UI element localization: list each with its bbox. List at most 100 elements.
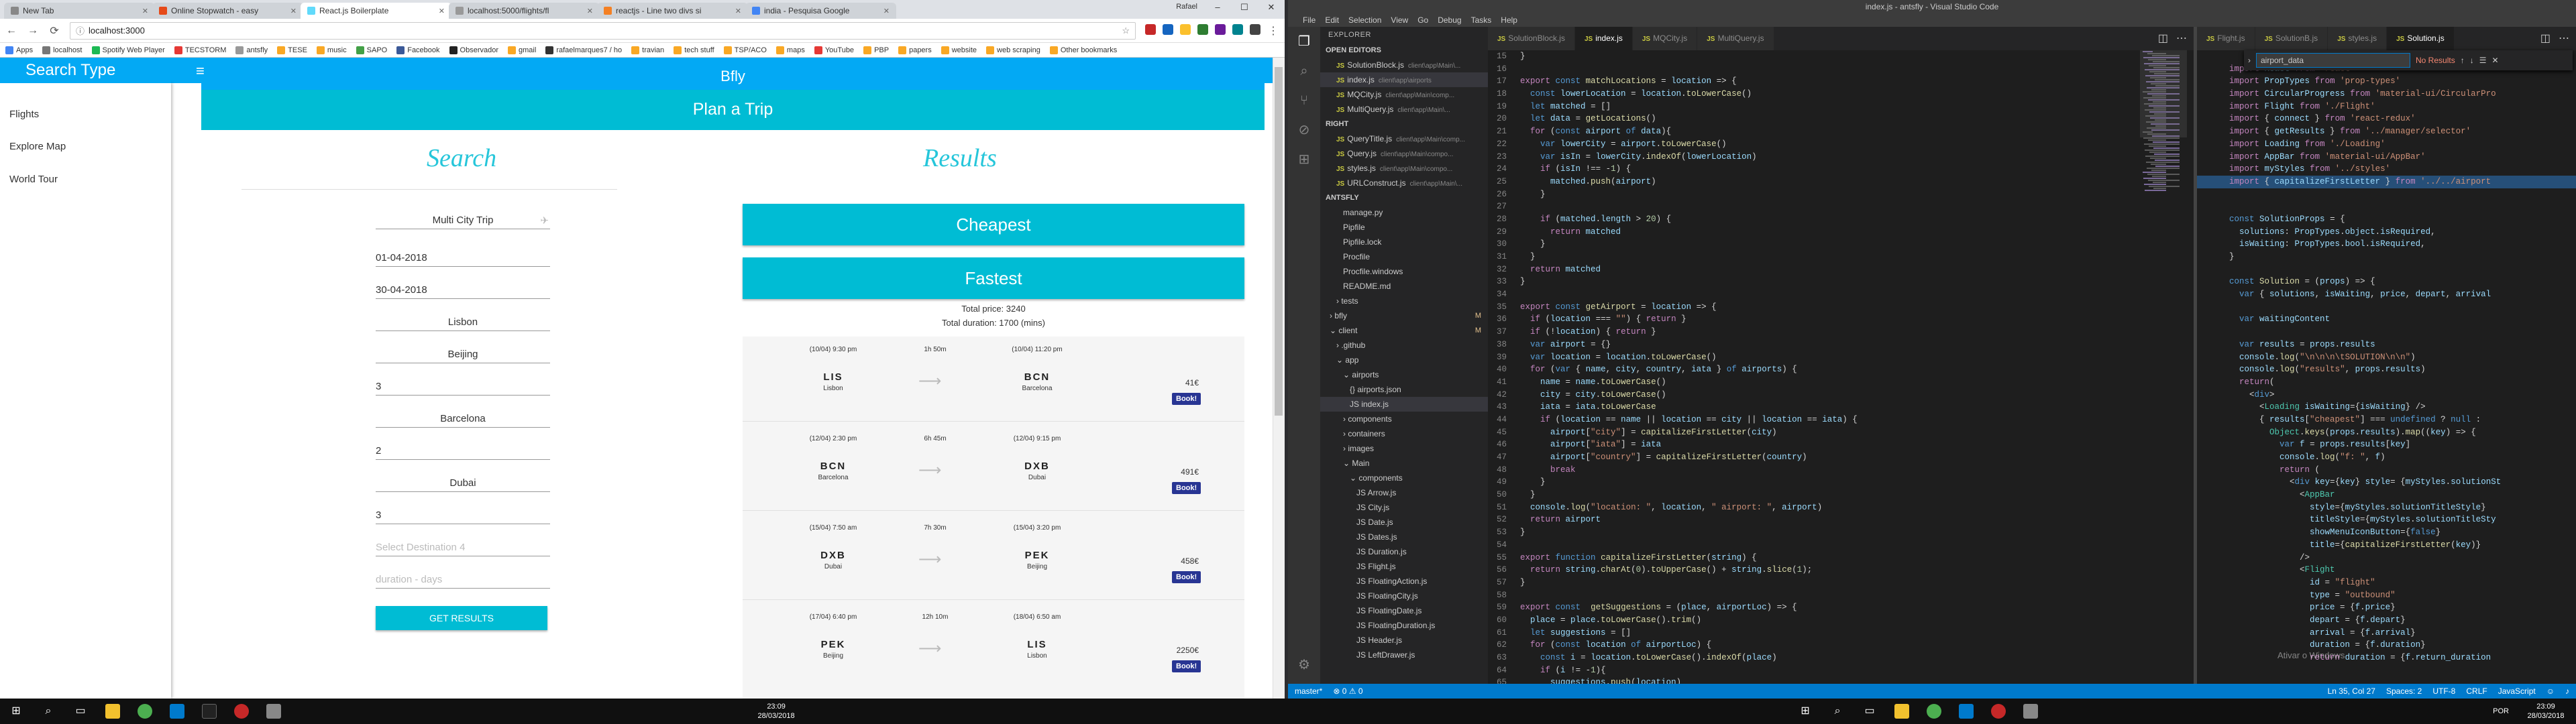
close-icon[interactable]: ✕ bbox=[1258, 0, 1285, 16]
bookmark[interactable]: music bbox=[316, 46, 347, 54]
tree-item[interactable]: manage.py bbox=[1320, 205, 1488, 220]
nav-flights[interactable]: Flights bbox=[0, 109, 39, 120]
open-editor-item[interactable]: JS SolutionBlock.js client\app\Main\... bbox=[1320, 58, 1488, 72]
fastest-button[interactable]: Fastest bbox=[743, 257, 1244, 299]
browser-tab[interactable]: New Tab ✕ bbox=[4, 3, 155, 19]
menu-item[interactable]: Go bbox=[1417, 13, 1428, 27]
tree-item[interactable]: JS FloatingDate.js bbox=[1320, 603, 1488, 618]
extensions-icon[interactable]: ⊞ bbox=[1288, 145, 1320, 174]
open-editor-item[interactable]: JS QueryTitle.js client\app\Main\comp... bbox=[1320, 131, 1488, 146]
split-editor-icon[interactable]: ◫ bbox=[2540, 27, 2551, 50]
file-explorer-icon[interactable] bbox=[97, 699, 129, 724]
menu-dots-icon[interactable]: ⋮ bbox=[1267, 24, 1279, 38]
reload-icon[interactable]: ⟳ bbox=[48, 24, 60, 38]
duration-4-input[interactable]: duration - days bbox=[376, 574, 550, 589]
open-editor-item[interactable]: JS Query.js client\app\Main\compo... bbox=[1320, 146, 1488, 161]
editor-tab[interactable]: JS styles.js bbox=[2328, 27, 2387, 50]
problems-status[interactable]: ⊗ 0 ⚠ 0 bbox=[1333, 686, 1362, 696]
editor-tab[interactable]: JS Solution.js bbox=[2387, 27, 2455, 50]
windows-start-icon[interactable]: ⊞ bbox=[0, 699, 32, 724]
book-button[interactable]: Book! bbox=[1172, 393, 1201, 405]
book-button[interactable]: Book! bbox=[1172, 571, 1201, 583]
bookmark[interactable]: PBP bbox=[863, 46, 889, 54]
bookmark[interactable]: Apps bbox=[5, 46, 33, 54]
menu-item[interactable]: Help bbox=[1501, 13, 1517, 27]
star-icon[interactable]: ☆ bbox=[1122, 25, 1130, 36]
bookmark[interactable]: rafaelmarques7 / ho bbox=[545, 46, 622, 54]
minimize-icon[interactable]: – bbox=[1204, 0, 1231, 16]
editor-tab[interactable]: JS MultiQuery.js bbox=[1697, 27, 1774, 50]
task-view-icon[interactable]: ▭ bbox=[64, 699, 97, 724]
extension-icon[interactable] bbox=[1250, 23, 1260, 35]
destination-1-input[interactable]: Beijing bbox=[376, 349, 550, 363]
bookmark[interactable]: TECSTORM bbox=[174, 46, 226, 54]
editor-tab[interactable]: JS index.js bbox=[1574, 27, 1633, 50]
bookmark[interactable]: web scraping bbox=[986, 46, 1040, 54]
source-control-icon[interactable]: ⑂ bbox=[1288, 86, 1320, 115]
url-input[interactable]: ⓘ localhost:3000 ☆ bbox=[70, 21, 1136, 40]
bookmark[interactable]: Other bookmarks bbox=[1049, 46, 1117, 54]
task-view-icon[interactable]: ▭ bbox=[1854, 699, 1886, 724]
branch-status[interactable]: master* bbox=[1295, 686, 1322, 696]
right-group-heading[interactable]: RIGHT bbox=[1320, 117, 1488, 131]
terminal-icon[interactable] bbox=[193, 699, 225, 724]
nav-explore-map[interactable]: Explore Map bbox=[0, 141, 66, 152]
open-editor-item[interactable]: JS URLConstruct.js client\app\Main\... bbox=[1320, 176, 1488, 190]
left-editor[interactable]: 15} 16 17 export const matchLocations = l… bbox=[1488, 50, 2194, 684]
duration-1-input[interactable]: 3 bbox=[376, 381, 550, 396]
bookmark[interactable]: antsfly bbox=[235, 46, 268, 54]
tree-item[interactable]: {} airports.json bbox=[1320, 382, 1488, 397]
tree-item[interactable]: ⌄ components bbox=[1320, 471, 1488, 485]
maximize-icon[interactable]: ☐ bbox=[1231, 0, 1258, 16]
extension-icon[interactable] bbox=[1180, 23, 1191, 35]
tree-item[interactable]: Pipfile.lock bbox=[1320, 235, 1488, 249]
indent-status[interactable]: Spaces: 2 bbox=[2386, 686, 2422, 696]
close-tab-icon[interactable]: ✕ bbox=[142, 7, 148, 15]
tree-item[interactable]: JS Date.js bbox=[1320, 515, 1488, 530]
open-editor-item[interactable]: JS styles.js client\app\Main\compo... bbox=[1320, 161, 1488, 176]
tree-item[interactable]: ⌄ airports bbox=[1320, 367, 1488, 382]
tree-item[interactable]: JS index.js bbox=[1320, 397, 1488, 412]
more-actions-icon[interactable]: ⋯ bbox=[2559, 27, 2569, 50]
tree-item[interactable]: › tests bbox=[1320, 294, 1488, 308]
right-editor[interactable]: import React from 'react' import PropTyp… bbox=[2197, 50, 2576, 684]
date-from-input[interactable]: 01-04-2018 bbox=[376, 252, 550, 267]
cheapest-button[interactable]: Cheapest bbox=[743, 204, 1244, 245]
book-button[interactable]: Book! bbox=[1172, 660, 1201, 672]
extension-icon[interactable] bbox=[1215, 23, 1226, 35]
tree-item[interactable]: › .github bbox=[1320, 338, 1488, 353]
close-tab-icon[interactable]: ✕ bbox=[587, 7, 593, 15]
hamburger-icon[interactable]: ≡ bbox=[196, 64, 205, 78]
tree-item[interactable]: Procfile bbox=[1320, 249, 1488, 264]
bell-icon[interactable]: ♪ bbox=[2565, 686, 2569, 696]
forward-icon[interactable]: → bbox=[27, 25, 39, 37]
app-icon[interactable] bbox=[1982, 699, 2015, 724]
language-status[interactable]: JavaScript bbox=[2498, 686, 2536, 696]
chevron-right-icon[interactable]: › bbox=[2248, 56, 2251, 65]
bookmark[interactable]: maps bbox=[775, 46, 805, 54]
app-icon[interactable] bbox=[258, 699, 290, 724]
bookmark[interactable]: tech stuff bbox=[674, 46, 714, 54]
cursor-position[interactable]: Ln 35, Col 27 bbox=[2328, 686, 2375, 696]
tree-item[interactable]: ⌄ Main bbox=[1320, 456, 1488, 471]
extension-icon[interactable] bbox=[1145, 23, 1156, 35]
editor-tab[interactable]: JS SolutionBlock.js bbox=[1488, 27, 1575, 50]
tree-item[interactable]: › images bbox=[1320, 441, 1488, 456]
windows-start-icon[interactable]: ⊞ bbox=[1789, 699, 1821, 724]
tree-item[interactable]: JS FloatingAction.js bbox=[1320, 574, 1488, 589]
scrollbar-thumb[interactable] bbox=[1275, 67, 1283, 416]
bookmark[interactable]: Observador bbox=[449, 46, 498, 54]
vscode-icon[interactable] bbox=[161, 699, 193, 724]
menu-item[interactable]: Edit bbox=[1325, 13, 1339, 27]
tree-item[interactable]: › components bbox=[1320, 412, 1488, 426]
editor-tab[interactable]: JS SolutionB.js bbox=[2255, 27, 2328, 50]
menu-item[interactable]: View bbox=[1391, 13, 1408, 27]
tree-item[interactable]: JS City.js bbox=[1320, 500, 1488, 515]
tree-item[interactable]: ⌄ app bbox=[1320, 353, 1488, 367]
nav-world-tour[interactable]: World Tour bbox=[0, 174, 58, 185]
bookmark[interactable]: gmail bbox=[508, 46, 536, 54]
minimap-slider[interactable] bbox=[2140, 50, 2187, 137]
origin-input[interactable]: Lisbon bbox=[376, 316, 550, 331]
tree-item[interactable]: JS Duration.js bbox=[1320, 544, 1488, 559]
tree-item[interactable]: JS Dates.js bbox=[1320, 530, 1488, 544]
